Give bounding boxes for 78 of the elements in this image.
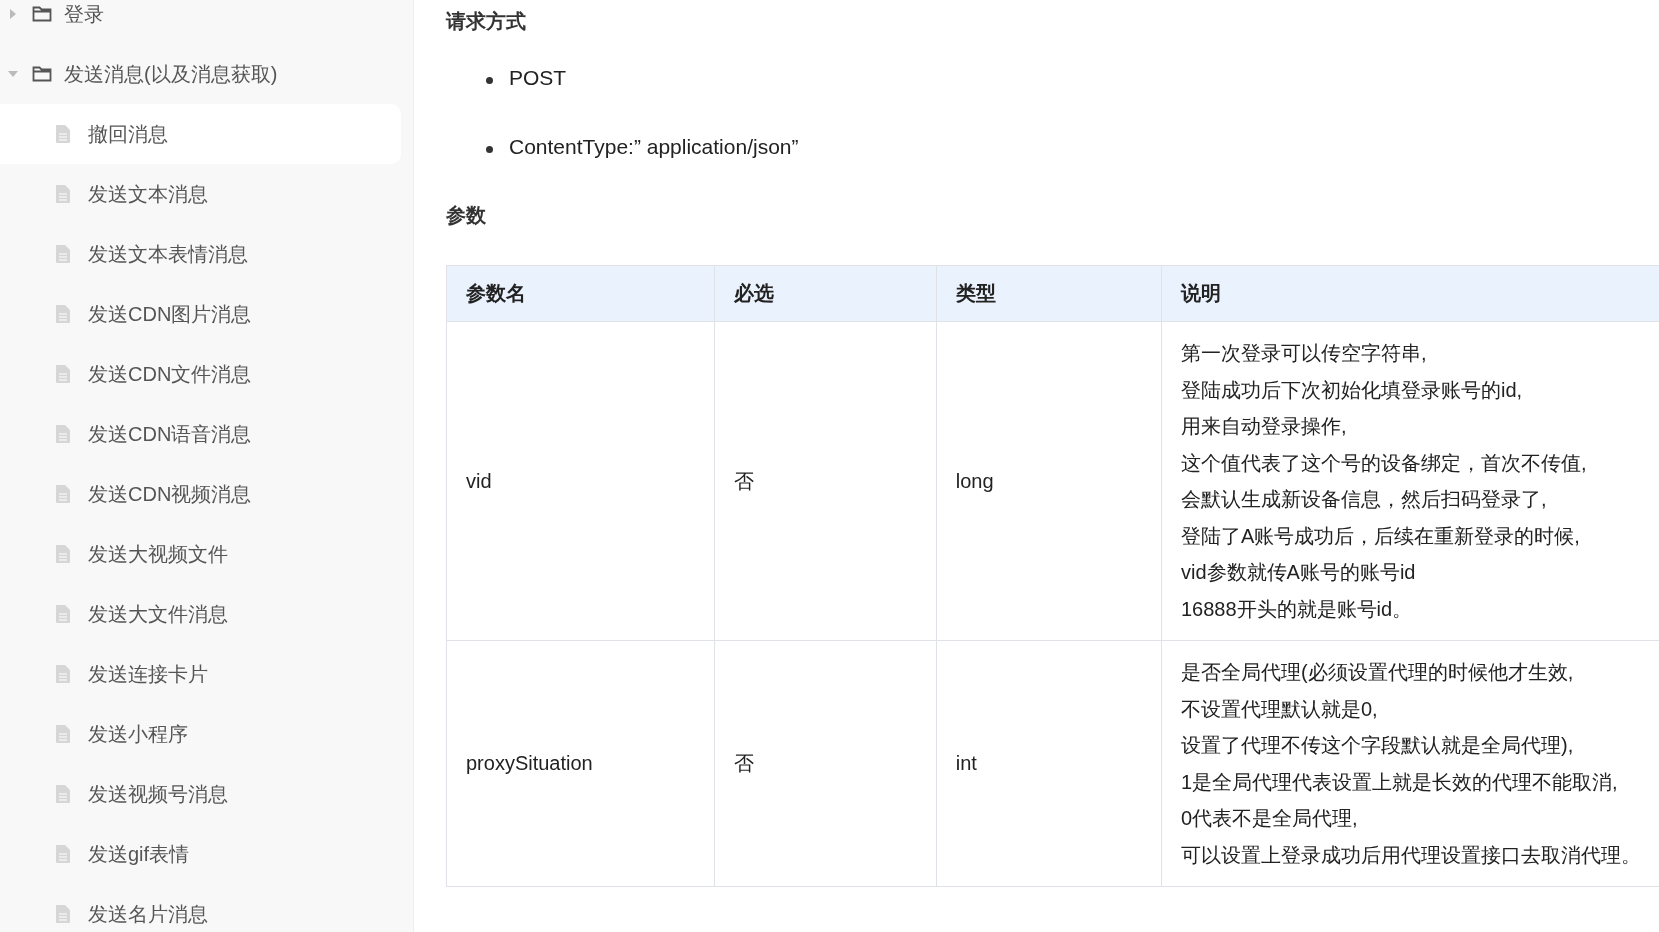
description-line: vid参数就传A账号的账号id [1181,560,1417,585]
tree-folder[interactable]: 发送消息(以及消息获取) [0,44,413,104]
tree-item[interactable]: 发送CDN文件消息 [0,344,401,404]
tree-item-label: 发送名片消息 [88,901,208,927]
tree-item-label: 发送CDN语音消息 [88,421,252,447]
description-line: 不设置代理默认就是0, [1181,696,1379,722]
folder-icon [32,5,52,23]
document-icon [56,185,70,203]
tree-item[interactable]: 发送文本表情消息 [0,224,401,284]
tree-item-label: 发送大视频文件 [88,541,228,567]
tree-item[interactable]: 发送大文件消息 [0,584,401,644]
tree-item-label: 发送连接卡片 [88,661,208,687]
tree-item[interactable]: 发送小程序 [0,704,401,764]
description-line: 0代表不是全局代理, [1181,806,1359,831]
column-header: 说明 [1161,265,1659,322]
tree-item-label: 发送文本消息 [88,181,208,207]
tree-item-label: 发送大文件消息 [88,601,228,627]
description-line: 登陆成功后下次初始化填登录账号的id, [1181,377,1524,403]
tree-item-label: 发送视频号消息 [88,781,228,807]
tree-item[interactable]: 撤回消息 [0,104,401,164]
tree-item-label: 发送小程序 [88,721,188,747]
description-line: 可以设置上登录成功后用代理设置接口去取消代理。 [1181,842,1641,868]
column-header: 类型 [936,265,1162,322]
table-cell: vid [446,321,715,641]
document-icon [56,605,70,623]
table-cell: proxySituation [446,640,715,887]
table-cell: long [936,321,1162,641]
tree-item[interactable]: 发送名片消息 [0,884,401,932]
document-icon [56,905,70,923]
tree-item[interactable]: 发送大视频文件 [0,524,401,584]
tree-item[interactable]: 发送CDN视频消息 [0,464,401,524]
tree-item-label: 撤回消息 [88,121,168,147]
folder-label: 发送消息(以及消息获取) [64,61,278,87]
column-header: 参数名 [446,265,715,322]
table-cell: 否 [714,640,937,887]
section-heading: 参数 [446,203,487,228]
document-icon [56,785,70,803]
document-icon [56,485,70,503]
description-line: 是否全局代理(必须设置代理的时候他才生效, [1181,660,1575,685]
list-item-text: ContentType:” application/json” [509,135,799,159]
description-line: 这个值代表了这个号的设备绑定，首次不传值, [1181,450,1588,476]
tree-item[interactable]: 发送文本消息 [0,164,401,224]
bullet-icon [486,146,493,153]
tree-item[interactable]: 发送gif表情 [0,824,401,884]
description-line: 1是全局代理代表设置上就是长效的代理不能取消, [1181,769,1619,795]
description-line: 登陆了A账号成功后，后续在重新登录的时候, [1181,523,1581,549]
document-icon [56,725,70,743]
document-icon [56,845,70,863]
document-icon [56,305,70,323]
document-icon [56,365,70,383]
document-icon [56,425,70,443]
document-icon [56,545,70,563]
tree-item[interactable]: 发送视频号消息 [0,764,401,824]
document-icon [56,245,70,263]
tree-folder[interactable]: 登录 [0,0,413,44]
description-line: 16888开头的就是账号id。 [1181,596,1414,622]
document-icon [56,665,70,683]
description-line: 设置了代理不传这个字段默认就是全局代理), [1181,733,1575,758]
description-line: 第一次登录可以传空字符串, [1181,341,1428,366]
tree-item[interactable]: 发送连接卡片 [0,644,401,704]
tree-item-label: 发送文本表情消息 [88,241,248,267]
section-heading: 请求方式 [446,9,527,34]
description-line: 用来自动登录操作, [1181,414,1348,439]
description-line: 会默认生成新设备信息，然后扫码登录了, [1181,487,1548,512]
tree-item-label: 发送CDN视频消息 [88,481,252,507]
document-icon [56,125,70,143]
tree-item-label: 发送gif表情 [88,841,190,867]
list-item-text: POST [509,66,567,90]
tree-item[interactable]: 发送CDN图片消息 [0,284,401,344]
tree-item[interactable]: 发送CDN语音消息 [0,404,401,464]
table-cell: int [936,640,1162,887]
table-cell: 否 [714,321,937,641]
folder-label: 登录 [64,1,104,27]
bullet-icon [486,77,493,84]
column-header: 必选 [714,265,937,322]
folder-icon [32,65,52,83]
tree-item-label: 发送CDN文件消息 [88,361,252,387]
tree-item-label: 发送CDN图片消息 [88,301,252,327]
